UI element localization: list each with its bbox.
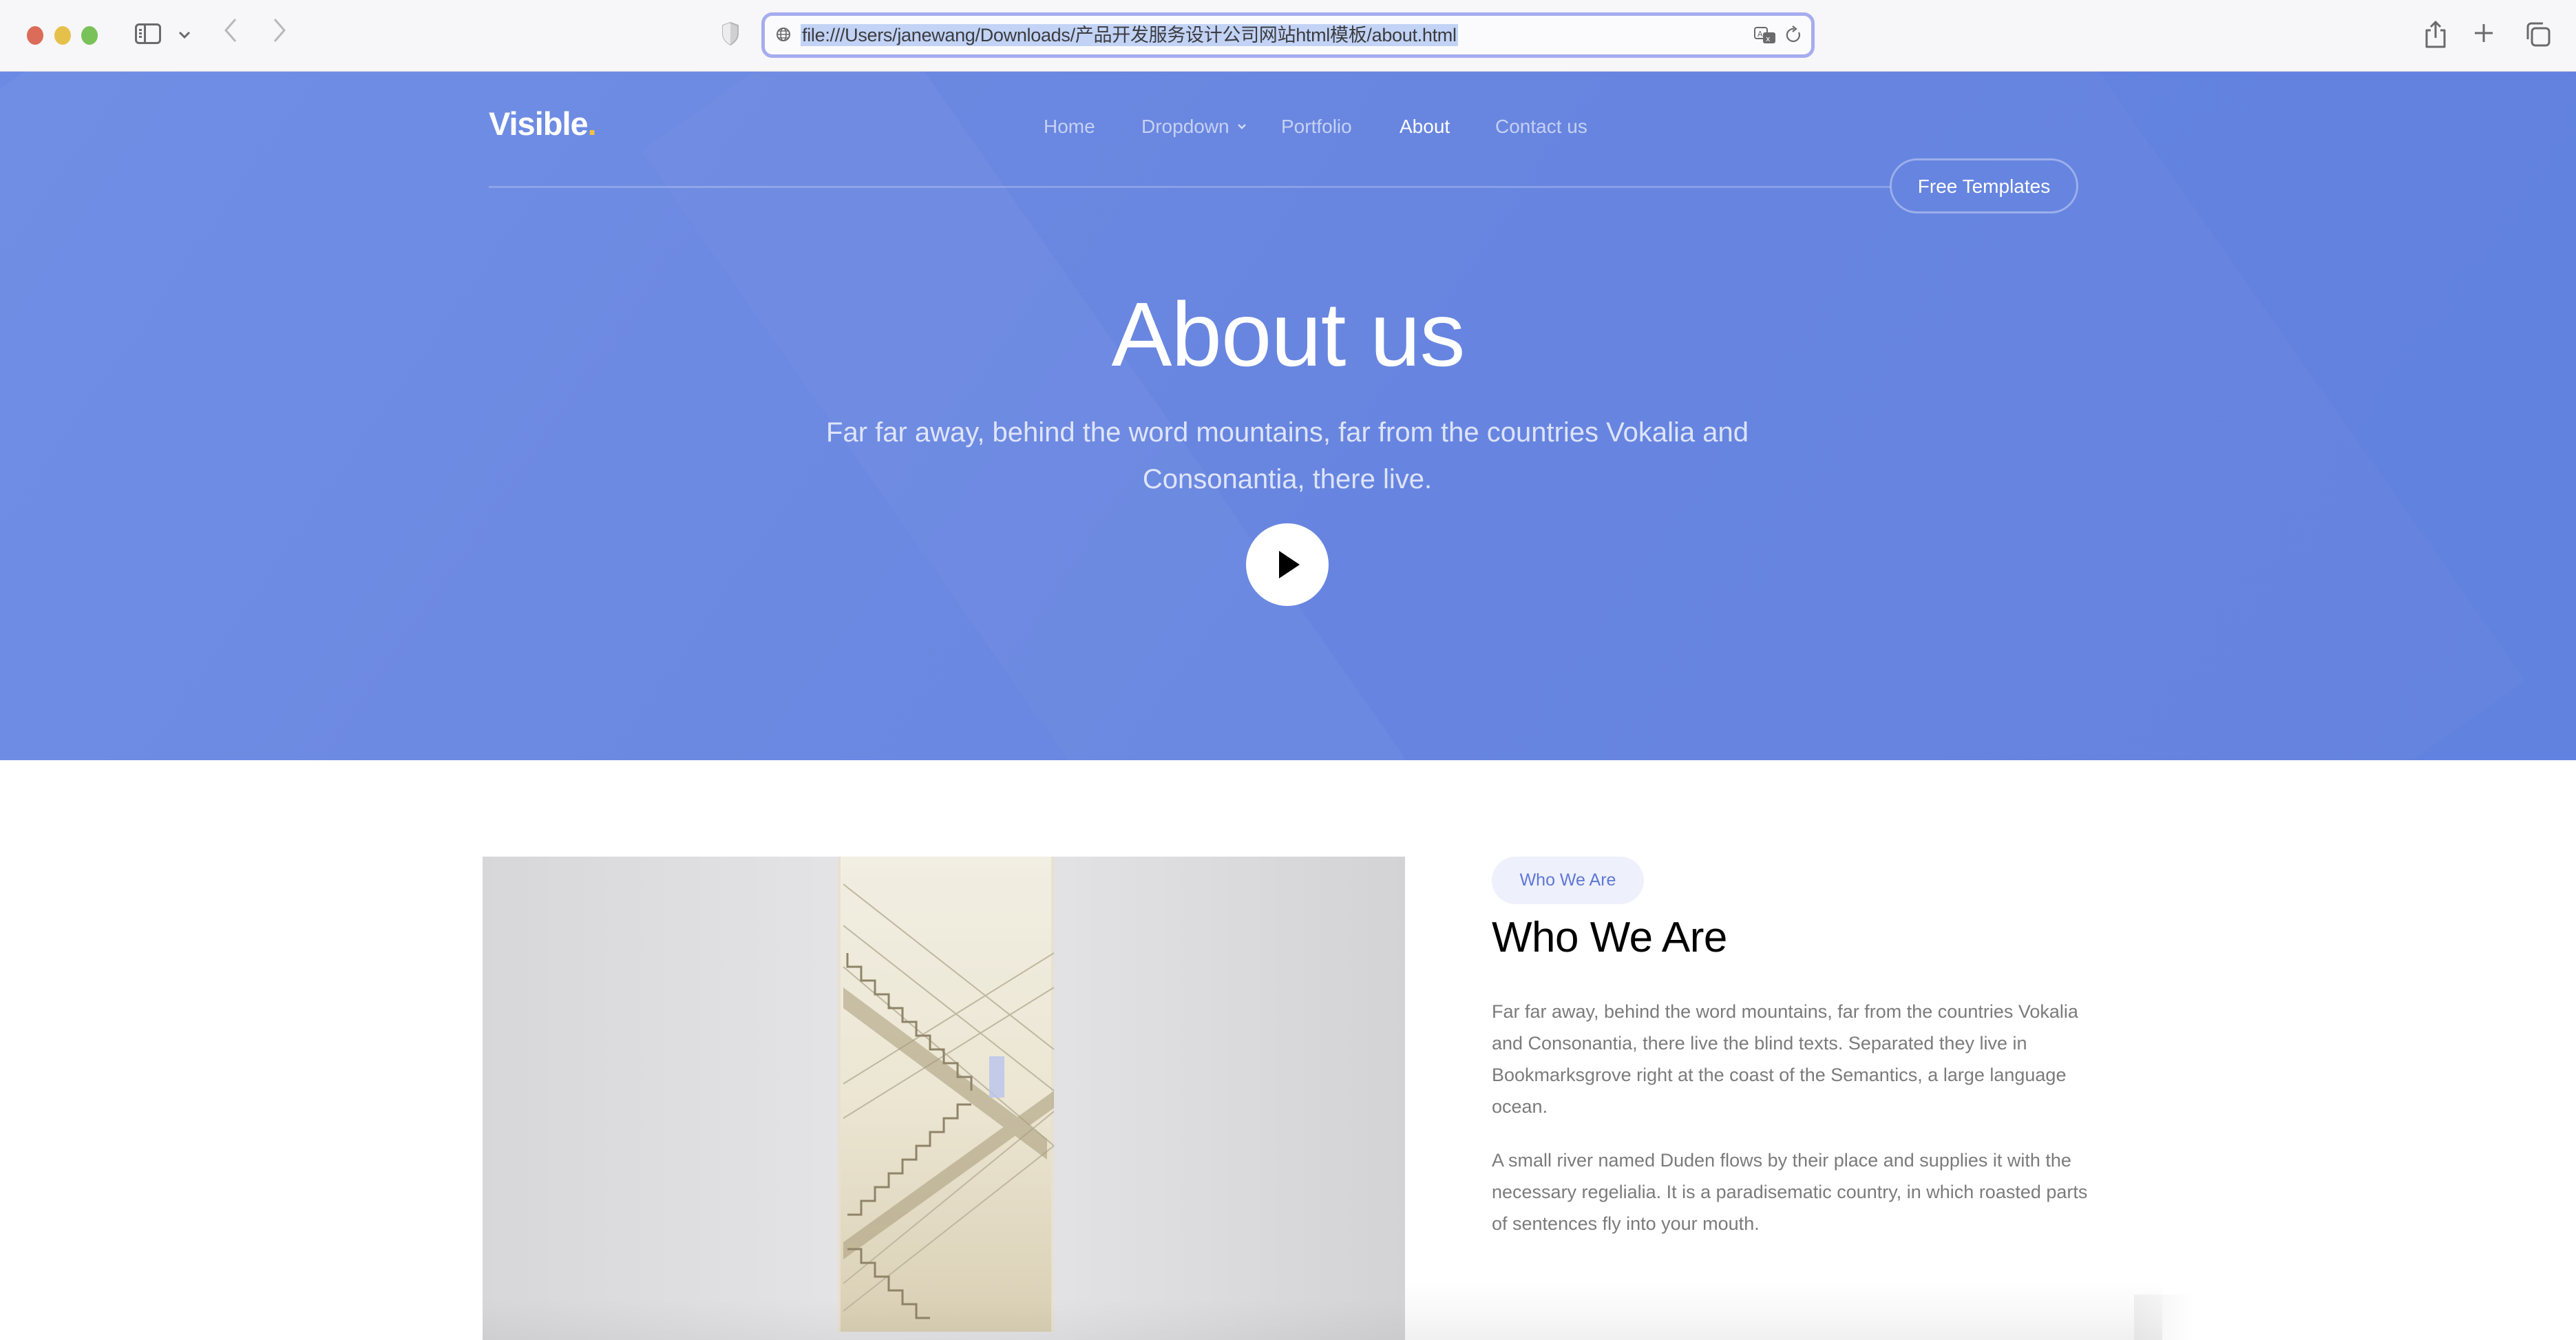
translate-icon[interactable]: Ax	[1753, 25, 1777, 46]
chevron-left-icon[interactable]	[222, 17, 240, 52]
chevron-down-icon	[1236, 120, 1247, 134]
browser-toolbar: file:///Users/janewang/Downloads/产品开发服务设…	[0, 0, 2576, 72]
share-icon[interactable]	[2423, 19, 2448, 50]
url-text[interactable]: file:///Users/janewang/Downloads/产品开发服务设…	[801, 24, 1458, 46]
logo-text: Visible	[489, 105, 589, 142]
close-window-button[interactable]	[27, 26, 43, 45]
about-paragraph-2: A small river named Duden flows by their…	[1492, 1150, 2088, 1234]
photo-bottom-shade	[483, 1299, 1405, 1340]
section-heading: Who We Are	[1492, 914, 1727, 961]
svg-text:A: A	[1757, 30, 1763, 39]
chevron-right-icon[interactable]	[271, 17, 288, 52]
free-templates-button[interactable]: Free Templates	[1890, 158, 2078, 213]
nav-divider	[489, 186, 1890, 188]
reload-icon[interactable]	[1785, 25, 1803, 45]
svg-text:x: x	[1766, 34, 1771, 43]
nav-contact[interactable]: Contact us	[1495, 116, 1587, 138]
page-title: About us	[1111, 284, 1465, 385]
sidebar-icon[interactable]	[135, 23, 161, 44]
card-shadow	[1405, 1281, 2162, 1340]
play-icon	[1279, 551, 1300, 578]
nav-portfolio-label: Portfolio	[1281, 116, 1352, 137]
staircase-illustration	[843, 883, 1055, 1319]
hero-subtitle: Far far away, behind the word mountains,…	[805, 409, 1769, 503]
play-video-button[interactable]	[1246, 523, 1329, 606]
minimize-window-button[interactable]	[54, 26, 71, 45]
nav-home-label: Home	[1044, 116, 1095, 137]
staircase-photo	[483, 857, 1405, 1340]
globe-icon	[776, 27, 791, 42]
logo-dot: .	[587, 105, 597, 142]
nav-portfolio[interactable]: Portfolio	[1281, 116, 1352, 138]
nav-dropdown-label: Dropdown	[1141, 116, 1229, 137]
nav-home[interactable]: Home	[1044, 116, 1095, 138]
about-paragraph-1: Far far away, behind the word mountains,…	[1492, 1001, 2078, 1117]
chevron-down-icon[interactable]	[178, 26, 191, 44]
hero-subtitle-line-1: Far far away, behind the word mountains,…	[826, 417, 1749, 448]
nav-about[interactable]: About	[1400, 116, 1450, 138]
card-shadow-edge	[2134, 1295, 2196, 1340]
nav-contact-label: Contact us	[1495, 116, 1587, 137]
tabs-icon[interactable]	[2525, 21, 2551, 48]
zoom-window-button[interactable]	[81, 26, 98, 45]
hero-section: Visible. Home Dropdown Portfolio About C…	[0, 72, 2576, 760]
plus-icon[interactable]	[2473, 21, 2495, 48]
nav-dropdown[interactable]: Dropdown	[1141, 116, 1247, 138]
address-bar[interactable]: file:///Users/janewang/Downloads/产品开发服务设…	[761, 12, 1815, 58]
section-badge: Who We Are	[1492, 857, 1644, 904]
hero-subtitle-line-2: Consonantia, there live.	[1142, 464, 1433, 494]
nav-about-label: About	[1400, 116, 1450, 137]
site-logo[interactable]: Visible.	[489, 105, 597, 143]
shield-icon[interactable]	[721, 21, 739, 46]
